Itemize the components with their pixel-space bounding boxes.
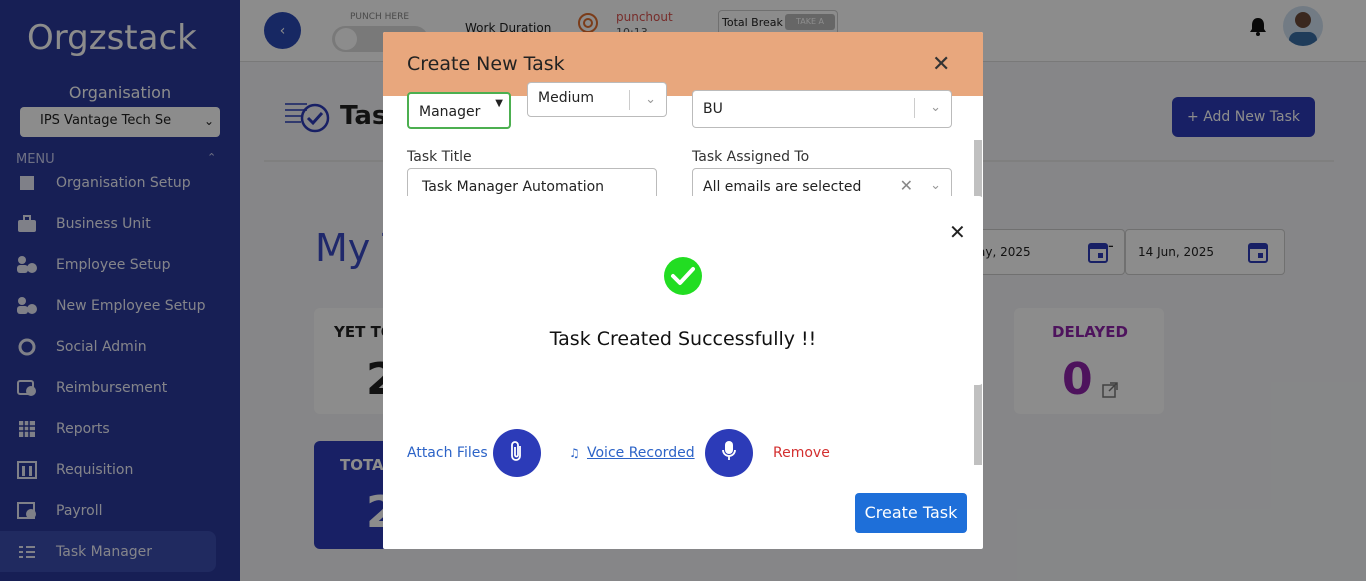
modal-title: Create New Task <box>407 53 565 75</box>
microphone-icon <box>721 440 737 466</box>
check-circle-icon <box>663 256 703 300</box>
select-separator <box>629 90 630 110</box>
attach-files-label[interactable]: Attach Files <box>407 445 488 461</box>
clear-icon[interactable]: ✕ <box>900 176 913 195</box>
close-icon[interactable]: ✕ <box>932 52 950 77</box>
task-type-value: Manager <box>419 104 481 120</box>
remove-link[interactable]: Remove <box>773 445 830 461</box>
create-task-button[interactable]: Create Task <box>855 493 967 533</box>
chevron-down-icon: ⌄ <box>930 100 941 115</box>
close-icon[interactable]: ✕ <box>949 220 966 244</box>
task-assigned-label: Task Assigned To <box>692 149 810 165</box>
success-dialog: ✕ Task Created Successfully !! <box>383 196 983 385</box>
priority-select[interactable]: Medium ⌄ <box>527 82 667 117</box>
task-assigned-value: All emails are selected <box>703 179 862 195</box>
select-separator <box>914 98 915 118</box>
modal-header: Create New Task ✕ <box>383 32 983 96</box>
task-type-select[interactable]: Manager ▼ <box>407 92 511 129</box>
priority-value: Medium <box>538 90 594 106</box>
paperclip-icon <box>509 440 525 466</box>
chevron-down-icon: ⌄ <box>645 92 656 107</box>
task-title-label: Task Title <box>407 149 472 165</box>
chevron-down-icon: ⌄ <box>930 178 941 193</box>
success-message: Task Created Successfully !! <box>549 328 817 350</box>
music-note-icon: ♫ <box>569 446 580 460</box>
caret-down-icon: ▼ <box>495 98 503 109</box>
bu-select[interactable]: BU ⌄ <box>692 90 952 128</box>
bu-value: BU <box>703 101 723 117</box>
record-voice-button[interactable] <box>705 429 753 477</box>
voice-recorded-link[interactable]: Voice Recorded <box>587 445 695 461</box>
task-title-value: Task Manager Automation <box>422 179 605 195</box>
attach-files-button[interactable] <box>493 429 541 477</box>
